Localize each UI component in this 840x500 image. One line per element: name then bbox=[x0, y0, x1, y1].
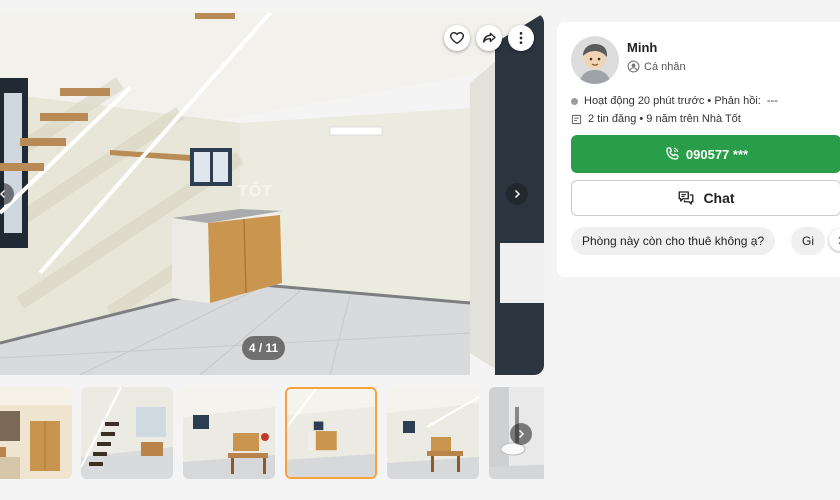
photo-counter: 4 / 11 bbox=[242, 336, 285, 360]
main-photo[interactable]: TỐT 4 / 11 bbox=[0, 13, 544, 375]
listings-line: 2 tin đăng • 9 năm trên Nhà Tốt bbox=[571, 113, 741, 125]
thumbnail-next-button[interactable] bbox=[510, 423, 532, 445]
activity-text: Hoạt động 20 phút trước • Phản hồi: bbox=[584, 95, 761, 107]
listings-text: 2 tin đăng • 9 năm trên Nhà Tốt bbox=[588, 113, 741, 125]
chat-icon bbox=[679, 191, 694, 205]
quick-reply-chip[interactable]: Gi bbox=[791, 227, 825, 255]
call-button[interactable]: 090577 *** bbox=[571, 135, 840, 173]
user-circle-icon bbox=[627, 60, 640, 73]
quick-reply-chip[interactable]: Phòng này còn cho thuê không ạ? bbox=[571, 227, 776, 255]
chevron-right-icon bbox=[838, 236, 840, 244]
chevron-right-icon bbox=[518, 429, 525, 439]
share-icon bbox=[483, 32, 496, 43]
heart-icon bbox=[450, 31, 464, 45]
avatar-image bbox=[571, 36, 619, 84]
seller-card: Minh Cá nhân Hoạt động 20 phút trước • P… bbox=[557, 22, 840, 277]
thumbnail-image bbox=[287, 389, 375, 477]
listing-icon bbox=[571, 114, 582, 124]
thumbnail-5[interactable] bbox=[387, 387, 479, 479]
thumbnail-image bbox=[183, 387, 275, 479]
response-rate: --- bbox=[766, 95, 778, 107]
thumbnail-image bbox=[387, 387, 479, 479]
avatar[interactable] bbox=[571, 36, 619, 84]
watermark: TỐT bbox=[238, 183, 273, 200]
quick-replies-next-button[interactable] bbox=[829, 229, 840, 251]
seller-type: Cá nhân bbox=[627, 60, 686, 73]
more-vertical-icon bbox=[519, 32, 523, 44]
thumbnail-strip bbox=[0, 386, 544, 480]
activity-line: Hoạt động 20 phút trước • Phản hồi: --- bbox=[571, 95, 778, 107]
thumbnail-3[interactable] bbox=[183, 387, 275, 479]
chat-button[interactable]: Chat bbox=[571, 180, 840, 216]
thumbnail-1[interactable] bbox=[0, 387, 72, 479]
seller-name[interactable]: Minh bbox=[627, 40, 657, 55]
thumbnail-image bbox=[0, 387, 72, 479]
seller-type-label: Cá nhân bbox=[644, 60, 686, 73]
thumbnail-4[interactable] bbox=[285, 387, 377, 479]
favorite-button[interactable] bbox=[444, 25, 470, 51]
quick-replies: Phòng này còn cho thuê không ạ? Gi bbox=[571, 227, 840, 257]
more-options-button[interactable] bbox=[508, 25, 534, 51]
chat-label: Chat bbox=[703, 190, 735, 206]
phone-icon bbox=[666, 147, 679, 160]
chevron-left-icon bbox=[0, 189, 6, 199]
phone-number: 090577 *** bbox=[685, 146, 749, 162]
chevron-right-icon bbox=[514, 189, 521, 199]
thumbnail-image bbox=[81, 387, 173, 479]
status-dot-icon bbox=[571, 97, 578, 105]
share-button[interactable] bbox=[476, 25, 502, 51]
thumbnail-2[interactable] bbox=[81, 387, 173, 479]
next-photo-button[interactable] bbox=[506, 183, 528, 205]
